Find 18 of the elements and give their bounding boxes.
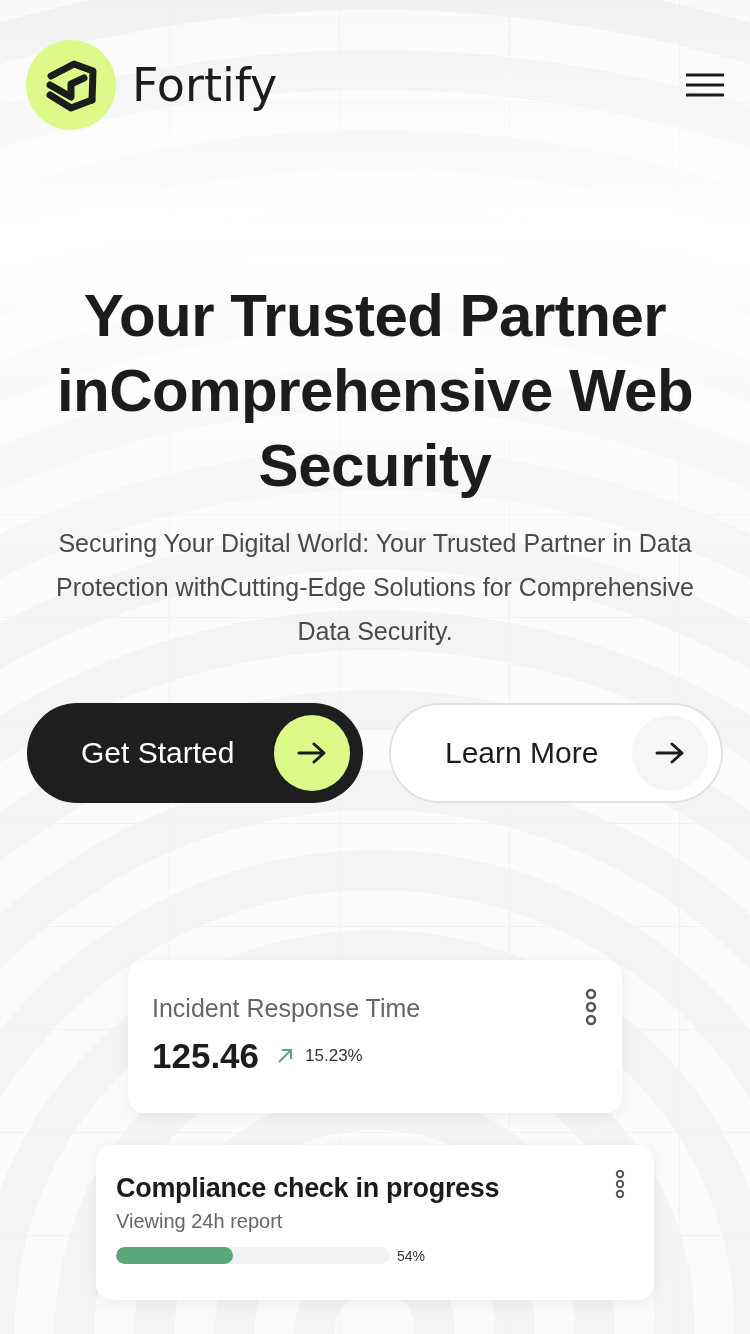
metric-value: 125.46 (152, 1036, 260, 1076)
metric-title: Incident Response Time (152, 994, 421, 1023)
get-started-button[interactable]: Get Started (27, 703, 363, 803)
more-options-icon[interactable] (584, 988, 598, 1028)
hero-title-line: Security (258, 431, 492, 501)
metric-change: 15.23% (305, 1046, 363, 1066)
hero-subtitle: Securing Your Digital World: Your Trusted Partner in Data Protection withCutting-Edge Solutions for Comprehensive Data Security. (55, 528, 695, 647)
progress-title: Compliance check in progress (116, 1173, 500, 1204)
logo-icon (26, 40, 116, 130)
trend-up-icon (277, 1048, 294, 1064)
menu-icon[interactable] (686, 73, 724, 97)
more-options-icon[interactable] (614, 1169, 626, 1201)
brand-name: Fortify (132, 58, 278, 112)
learn-more-button[interactable]: Learn More (389, 703, 723, 803)
hero-title-line: Your Trusted Partner (83, 281, 667, 351)
progress-reading: 54% (397, 1247, 426, 1264)
hero-title-line: inComprehensive Web (56, 356, 694, 426)
progress-subtitle: Viewing 24h report (116, 1210, 284, 1233)
